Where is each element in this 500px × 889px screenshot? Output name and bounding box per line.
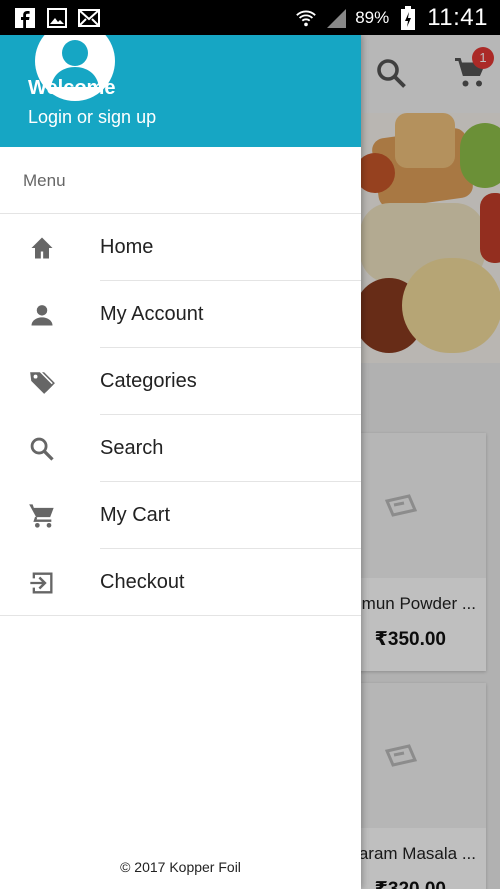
- navigation-drawer: Welcome Login or sign up Menu Home My Ac…: [0, 35, 361, 889]
- battery-percent: 89%: [355, 7, 390, 27]
- person-icon: [28, 301, 56, 329]
- menu-item-search[interactable]: Search: [0, 415, 361, 482]
- gallery-icon: [46, 7, 68, 29]
- menu-item-home[interactable]: Home: [0, 214, 361, 281]
- status-right: 89% 11:41: [295, 4, 500, 32]
- welcome-text: Welcome: [28, 77, 116, 99]
- signal-icon: [325, 7, 347, 29]
- facebook-icon: [14, 7, 36, 29]
- cart-icon: [28, 502, 56, 530]
- menu-item-my-cart[interactable]: My Cart: [0, 482, 361, 549]
- menu-item-my-account[interactable]: My Account: [0, 281, 361, 348]
- status-left: [0, 7, 100, 29]
- tags-icon: [28, 368, 56, 396]
- battery-icon: [397, 5, 419, 30]
- menu-item-label: My Cart: [100, 504, 170, 526]
- menu-item-label: Home: [100, 236, 154, 258]
- wifi-icon: [295, 7, 317, 29]
- divider: [0, 615, 361, 616]
- menu-item-checkout[interactable]: Checkout: [0, 549, 361, 616]
- menu-item-label: My Account: [100, 303, 204, 325]
- home-icon: [28, 234, 56, 262]
- menu-item-label: Search: [100, 437, 164, 459]
- menu-item-label: Categories: [100, 370, 197, 392]
- login-link[interactable]: Login or sign up: [28, 107, 156, 128]
- copyright-footer: © 2017 Kopper Foil: [120, 859, 241, 875]
- status-time: 11:41: [427, 3, 488, 31]
- menu-list: Home My Account Categories Search My Car…: [0, 214, 361, 616]
- search-icon: [28, 435, 56, 463]
- menu-heading: Menu: [0, 147, 361, 214]
- mail-icon: [78, 7, 100, 29]
- menu-item-label: Checkout: [100, 571, 185, 593]
- drawer-header[interactable]: Welcome Login or sign up: [0, 35, 361, 147]
- status-bar: 89% 11:41: [0, 0, 500, 35]
- menu-item-categories[interactable]: Categories: [0, 348, 361, 415]
- checkout-icon: [28, 569, 56, 597]
